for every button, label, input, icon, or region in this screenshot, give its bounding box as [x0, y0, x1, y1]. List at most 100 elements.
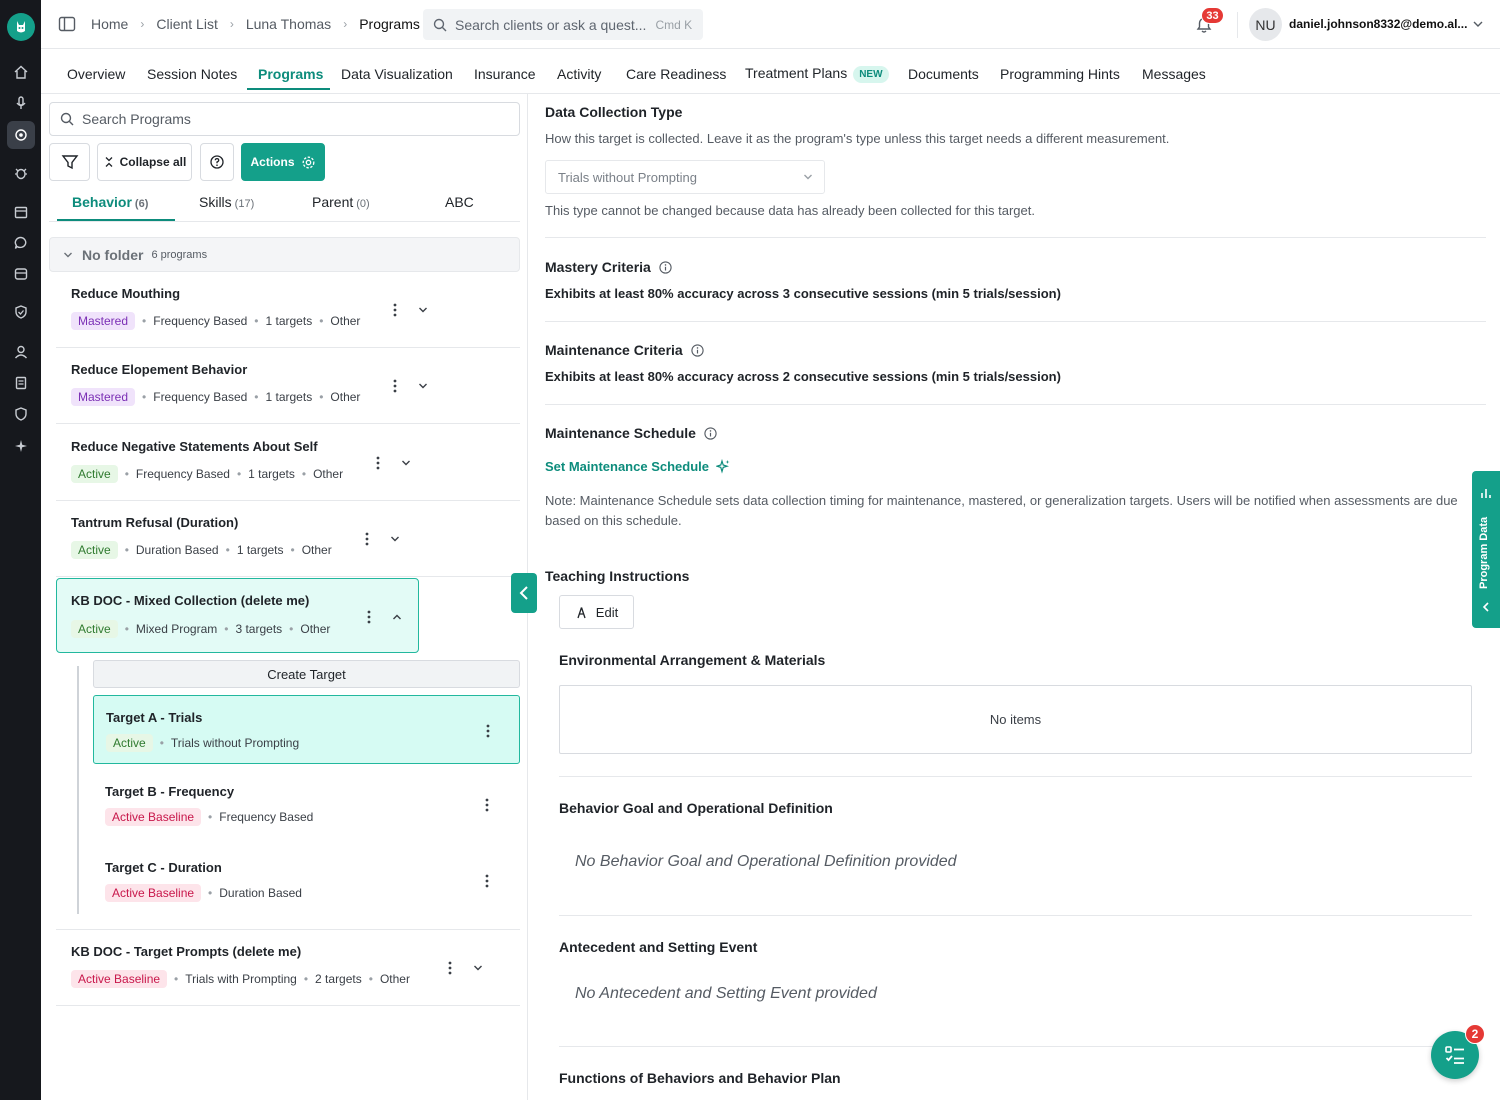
- set-maintenance-schedule-link[interactable]: Set Maintenance Schedule: [545, 459, 731, 474]
- filter-button[interactable]: [49, 143, 90, 181]
- program-target-count: 1 targets: [236, 543, 284, 557]
- divider: [559, 776, 1472, 777]
- target-detail: Data Collection Type How this target is …: [545, 94, 1500, 1100]
- global-search-input[interactable]: Search clients or ask a quest... Cmd K: [423, 9, 703, 40]
- search-icon: [433, 18, 447, 31]
- more-options-icon[interactable]: [360, 530, 374, 548]
- tab-parent[interactable]: Parent (0): [312, 194, 370, 210]
- data-collection-type-description: How this target is collected. Leave it a…: [545, 131, 1170, 146]
- billing-icon[interactable]: [11, 264, 31, 284]
- tab-messages[interactable]: Messages: [1142, 66, 1206, 82]
- avatar[interactable]: NU: [1249, 8, 1282, 41]
- breadcrumb-client-list[interactable]: Client List: [156, 16, 217, 32]
- program-data-drawer-toggle[interactable]: Program Data: [1472, 471, 1500, 628]
- more-options-icon[interactable]: [371, 454, 385, 472]
- more-options-icon[interactable]: [362, 608, 376, 626]
- actions-button[interactable]: Actions: [241, 143, 325, 181]
- target-row[interactable]: Target C - Duration Active Baseline • Dur…: [93, 846, 520, 915]
- program-search-field[interactable]: [49, 102, 520, 136]
- shield-check-icon[interactable]: [11, 302, 31, 322]
- chevron-down-icon[interactable]: [399, 456, 413, 470]
- create-target-button[interactable]: Create Target: [93, 660, 520, 688]
- more-options-icon[interactable]: [481, 722, 495, 740]
- chevron-down-icon[interactable]: [471, 961, 485, 975]
- breadcrumb-home[interactable]: Home: [91, 16, 128, 32]
- program-target-count: 2 targets: [315, 972, 362, 986]
- program-row[interactable]: Reduce Mouthing Mastered • Frequency Base…: [56, 272, 520, 348]
- more-options-icon[interactable]: [443, 959, 457, 977]
- tab-documents[interactable]: Documents: [908, 66, 979, 82]
- target-type: Trials without Prompting: [170, 736, 300, 750]
- tab-insurance[interactable]: Insurance: [474, 66, 535, 82]
- home-icon[interactable]: [11, 62, 31, 82]
- folder-count: 6 programs: [151, 248, 208, 261]
- target-title: Target C - Duration: [105, 860, 222, 875]
- security-icon[interactable]: [11, 404, 31, 424]
- program-category: Other: [300, 622, 331, 636]
- program-row[interactable]: Tantrum Refusal (Duration) Active • Durat…: [56, 501, 520, 577]
- document-icon[interactable]: [11, 373, 31, 393]
- program-category: Other: [330, 314, 361, 328]
- maintenance-criteria-heading: Maintenance Criteria: [545, 342, 704, 358]
- program-type: Trials with Prompting: [185, 972, 297, 986]
- status-badge: Active: [71, 465, 118, 483]
- more-options-icon[interactable]: [388, 377, 402, 395]
- more-options-icon[interactable]: [480, 872, 494, 890]
- program-row[interactable]: Reduce Negative Statements About Self Ac…: [56, 425, 520, 501]
- program-search-input[interactable]: [82, 111, 482, 127]
- sparkle-icon[interactable]: [11, 436, 31, 456]
- chevron-down-icon[interactable]: [416, 303, 430, 317]
- target-title: Target B - Frequency: [105, 784, 235, 799]
- program-row[interactable]: Reduce Elopement Behavior Mastered • Freq…: [56, 348, 520, 424]
- user-icon[interactable]: [11, 342, 31, 362]
- programs-icon[interactable]: [7, 121, 35, 149]
- tab-skills[interactable]: Skills (17): [199, 194, 254, 210]
- target-row[interactable]: Target B - Frequency Active Baseline • Fr…: [93, 770, 520, 839]
- help-button[interactable]: [200, 143, 234, 181]
- more-options-icon[interactable]: [388, 301, 402, 319]
- app-rail: [0, 0, 41, 1100]
- tab-programming-hints[interactable]: Programming Hints: [1000, 66, 1120, 82]
- edit-button[interactable]: Edit: [559, 595, 634, 629]
- tab-treatment-plans[interactable]: Treatment Plans NEW: [745, 65, 889, 83]
- chevron-down-icon[interactable]: [416, 379, 430, 393]
- chevron-up-icon[interactable]: [390, 610, 404, 624]
- program-meta: Active • Duration Based • 1 targets • Other: [71, 541, 332, 559]
- status-badge: Mastered: [71, 312, 136, 330]
- tab-overview[interactable]: Overview: [67, 66, 125, 82]
- more-options-icon[interactable]: [480, 796, 494, 814]
- sidebar-toggle-icon[interactable]: [58, 15, 76, 33]
- tab-parent-count: (0): [356, 198, 370, 210]
- functions-heading: Functions of Behaviors and Behavior Plan: [559, 1070, 841, 1086]
- target-row-selected[interactable]: Target A - Trials Active • Trials without…: [93, 695, 520, 764]
- tab-abc[interactable]: ABC: [445, 194, 474, 210]
- mastery-criteria-title: Mastery Criteria: [545, 259, 651, 275]
- breadcrumb-client[interactable]: Luna Thomas: [246, 16, 331, 32]
- info-icon[interactable]: [691, 343, 704, 357]
- tab-programs[interactable]: Programs: [258, 66, 323, 82]
- tab-data-visualization[interactable]: Data Visualization: [341, 66, 453, 82]
- calendar-icon[interactable]: [11, 202, 31, 222]
- edit-label: Edit: [595, 604, 619, 620]
- collapse-panel-button[interactable]: [511, 573, 537, 613]
- target-meta: Active Baseline • Frequency Based: [105, 808, 313, 826]
- chevron-down-icon[interactable]: [388, 532, 402, 546]
- collapse-icon: [105, 157, 113, 167]
- bug-icon[interactable]: [11, 163, 31, 183]
- app-logo-icon[interactable]: [7, 13, 35, 41]
- tab-session-notes[interactable]: Session Notes: [147, 66, 237, 82]
- program-row-selected[interactable]: KB DOC - Mixed Collection (delete me) Ac…: [56, 578, 419, 653]
- tab-behavior[interactable]: Behavior (6): [72, 194, 148, 210]
- tab-care-readiness[interactable]: Care Readiness: [626, 66, 726, 82]
- tab-activity[interactable]: Activity: [557, 66, 601, 82]
- program-category: Other: [379, 972, 410, 986]
- chat-icon[interactable]: [11, 233, 31, 253]
- folder-header[interactable]: No folder 6 programs: [49, 237, 520, 272]
- user-email[interactable]: daniel.johnson8332@demo.al...: [1289, 17, 1469, 31]
- info-icon[interactable]: [704, 426, 717, 440]
- program-row[interactable]: KB DOC - Target Prompts (delete me) Acti…: [56, 930, 520, 1006]
- microphone-icon[interactable]: [11, 93, 31, 113]
- chevron-down-icon[interactable]: [1471, 17, 1485, 34]
- info-icon[interactable]: [659, 260, 672, 274]
- collapse-all-button[interactable]: Collapse all: [97, 143, 192, 181]
